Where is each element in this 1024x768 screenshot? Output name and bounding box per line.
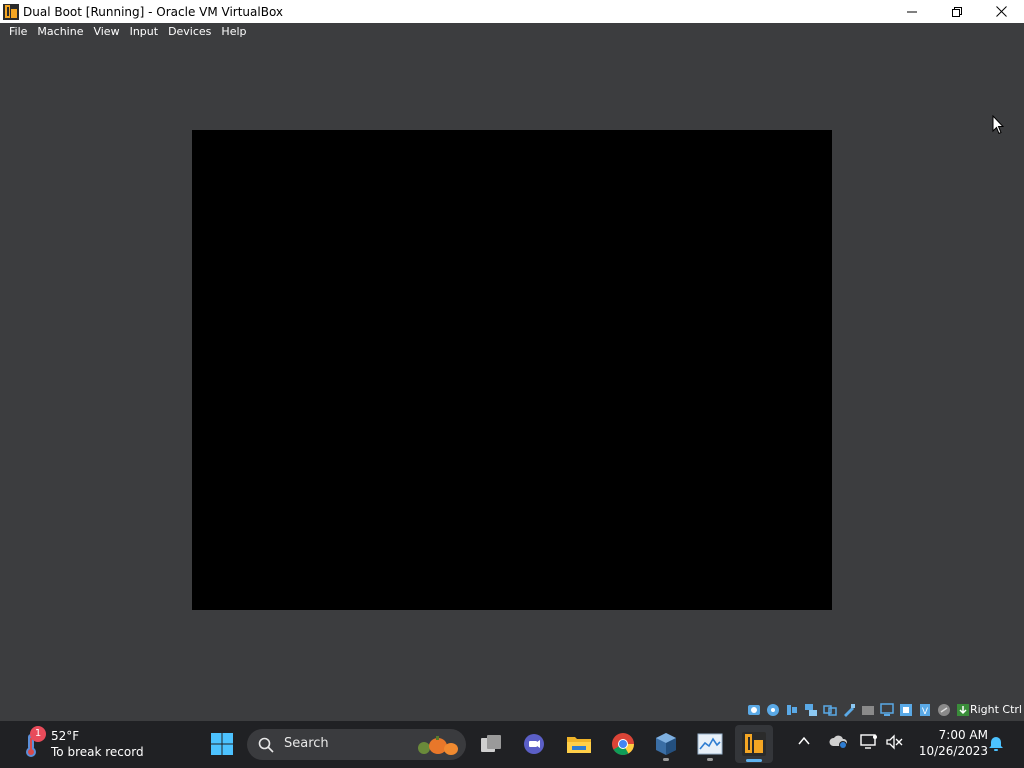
windows-start-icon bbox=[211, 733, 233, 755]
title-bar[interactable]: Dual Boot [Running] - Oracle VM VirtualB… bbox=[0, 0, 1024, 23]
shared-folders-icon[interactable] bbox=[842, 703, 856, 717]
restore-button[interactable] bbox=[934, 0, 979, 23]
window-controls bbox=[889, 0, 1024, 23]
file-explorer-icon bbox=[567, 737, 591, 753]
usb-icon[interactable] bbox=[823, 703, 837, 717]
mouse-integration-icon[interactable]: V bbox=[918, 703, 932, 717]
menu-bar: File Machine View Input Devices Help bbox=[0, 23, 1024, 41]
search-label: Search bbox=[284, 736, 329, 751]
weather-alert-badge: 1 bbox=[30, 726, 46, 742]
menu-file[interactable]: File bbox=[4, 23, 32, 41]
hard-disk-icon[interactable] bbox=[747, 703, 761, 717]
mouse-pointer-icon bbox=[992, 114, 1005, 138]
onedrive-icon[interactable] bbox=[829, 734, 849, 753]
active-indicator bbox=[746, 759, 762, 762]
display-icon[interactable] bbox=[861, 703, 875, 717]
chrome-icon bbox=[612, 733, 634, 755]
file-explorer-button[interactable] bbox=[560, 725, 598, 763]
clock-date: 10/26/2023 bbox=[918, 744, 988, 758]
running-indicator bbox=[663, 758, 669, 761]
running-indicator bbox=[707, 758, 713, 761]
menu-machine[interactable]: Machine bbox=[32, 23, 88, 41]
recording-icon[interactable] bbox=[880, 703, 894, 717]
taskbar-search-box[interactable]: Search bbox=[247, 729, 466, 760]
host-key-label: Right Ctrl bbox=[969, 703, 1022, 716]
virtualbox-vm-icon bbox=[3, 3, 19, 20]
menu-help[interactable]: Help bbox=[216, 23, 251, 41]
task-view-button[interactable] bbox=[472, 725, 510, 763]
notification-bell-icon[interactable] bbox=[988, 736, 1004, 755]
restore-icon bbox=[951, 6, 962, 17]
virtualbox-vm-icon bbox=[742, 732, 766, 756]
vm-window-button[interactable] bbox=[735, 725, 773, 763]
weather-widget[interactable]: 1 52°F To break record bbox=[18, 726, 158, 764]
task-manager-icon bbox=[697, 733, 723, 755]
vm-status-bar: V Right Ctrl bbox=[0, 699, 1024, 721]
chrome-button[interactable] bbox=[604, 725, 642, 763]
minimize-button[interactable] bbox=[889, 0, 934, 23]
keyboard-icon[interactable] bbox=[937, 703, 951, 717]
close-button[interactable] bbox=[979, 0, 1024, 23]
task-manager-button[interactable] bbox=[691, 725, 729, 763]
weather-temperature: 52°F bbox=[51, 729, 80, 743]
audio-icon[interactable] bbox=[785, 703, 799, 717]
svg-text:V: V bbox=[922, 707, 929, 717]
weather-description: To break record bbox=[51, 745, 144, 759]
start-button[interactable] bbox=[203, 725, 241, 763]
virtualbox-icon bbox=[656, 733, 676, 755]
virtualbox-manager-button[interactable] bbox=[647, 725, 685, 763]
close-icon bbox=[996, 6, 1007, 17]
virtualization-icon[interactable] bbox=[899, 703, 913, 717]
show-hidden-icons-chevron-icon[interactable] bbox=[797, 734, 811, 751]
optical-drive-icon[interactable] bbox=[766, 703, 780, 717]
teams-chat-button[interactable] bbox=[515, 725, 553, 763]
search-highlight-pumpkin-icon bbox=[414, 733, 460, 760]
taskbar: 1 52°F To break record Search 7:00 AM 10… bbox=[0, 721, 1024, 768]
host-key-arrow-icon[interactable] bbox=[956, 703, 970, 717]
clock-time: 7:00 AM bbox=[938, 728, 988, 742]
task-view-icon bbox=[481, 735, 501, 752]
volume-muted-icon[interactable] bbox=[886, 734, 904, 753]
search-icon bbox=[258, 737, 274, 756]
teams-chat-icon bbox=[524, 734, 544, 754]
vm-display-area bbox=[0, 41, 1024, 699]
menu-devices[interactable]: Devices bbox=[163, 23, 216, 41]
menu-view[interactable]: View bbox=[88, 23, 124, 41]
vm-screen[interactable] bbox=[192, 130, 832, 610]
window-title: Dual Boot [Running] - Oracle VM VirtualB… bbox=[23, 4, 284, 19]
network-icon[interactable] bbox=[804, 703, 818, 717]
display-tray-icon[interactable] bbox=[860, 734, 878, 753]
system-clock[interactable]: 7:00 AM 10/26/2023 bbox=[912, 727, 988, 759]
menu-input[interactable]: Input bbox=[125, 23, 163, 41]
minimize-icon bbox=[906, 11, 917, 12]
